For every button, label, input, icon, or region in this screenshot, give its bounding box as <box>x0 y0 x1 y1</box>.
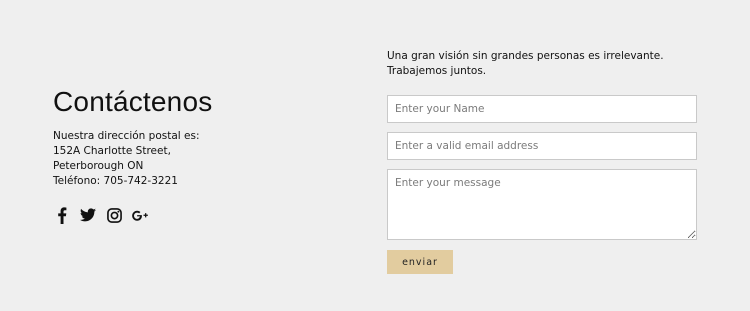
submit-button[interactable]: enviar <box>387 250 453 274</box>
address-line-street: 152A Charlotte Street, <box>53 145 171 157</box>
message-textarea[interactable] <box>387 169 697 240</box>
email-input[interactable] <box>387 132 697 160</box>
instagram-link[interactable] <box>106 206 122 224</box>
intro-text: Una gran visión sin grandes personas es … <box>387 49 697 78</box>
address-line-label: Nuestra dirección postal es: <box>53 130 200 142</box>
intro-line-2: Trabajemos juntos. <box>387 64 487 77</box>
instagram-icon <box>106 207 122 223</box>
intro-line-1: Una gran visión sin grandes personas es … <box>387 50 664 62</box>
google-plus-link[interactable] <box>132 206 148 224</box>
contact-form: enviar <box>387 95 697 274</box>
facebook-icon <box>58 206 67 224</box>
page-title: Contáctenos <box>53 86 213 117</box>
facebook-link[interactable] <box>54 206 70 224</box>
name-input[interactable] <box>387 95 697 123</box>
contact-info: Contáctenos Nuestra dirección postal es:… <box>53 86 353 189</box>
twitter-icon <box>80 208 96 222</box>
social-links <box>54 206 148 224</box>
postal-address: Nuestra dirección postal es: 152A Charlo… <box>53 129 353 189</box>
google-plus-icon <box>132 210 148 221</box>
twitter-link[interactable] <box>80 206 96 224</box>
address-line-city: Peterborough ON <box>53 160 144 172</box>
address-line-phone: Teléfono: 705-742-3221 <box>53 175 178 187</box>
contact-form-section: Una gran visión sin grandes personas es … <box>387 49 697 274</box>
